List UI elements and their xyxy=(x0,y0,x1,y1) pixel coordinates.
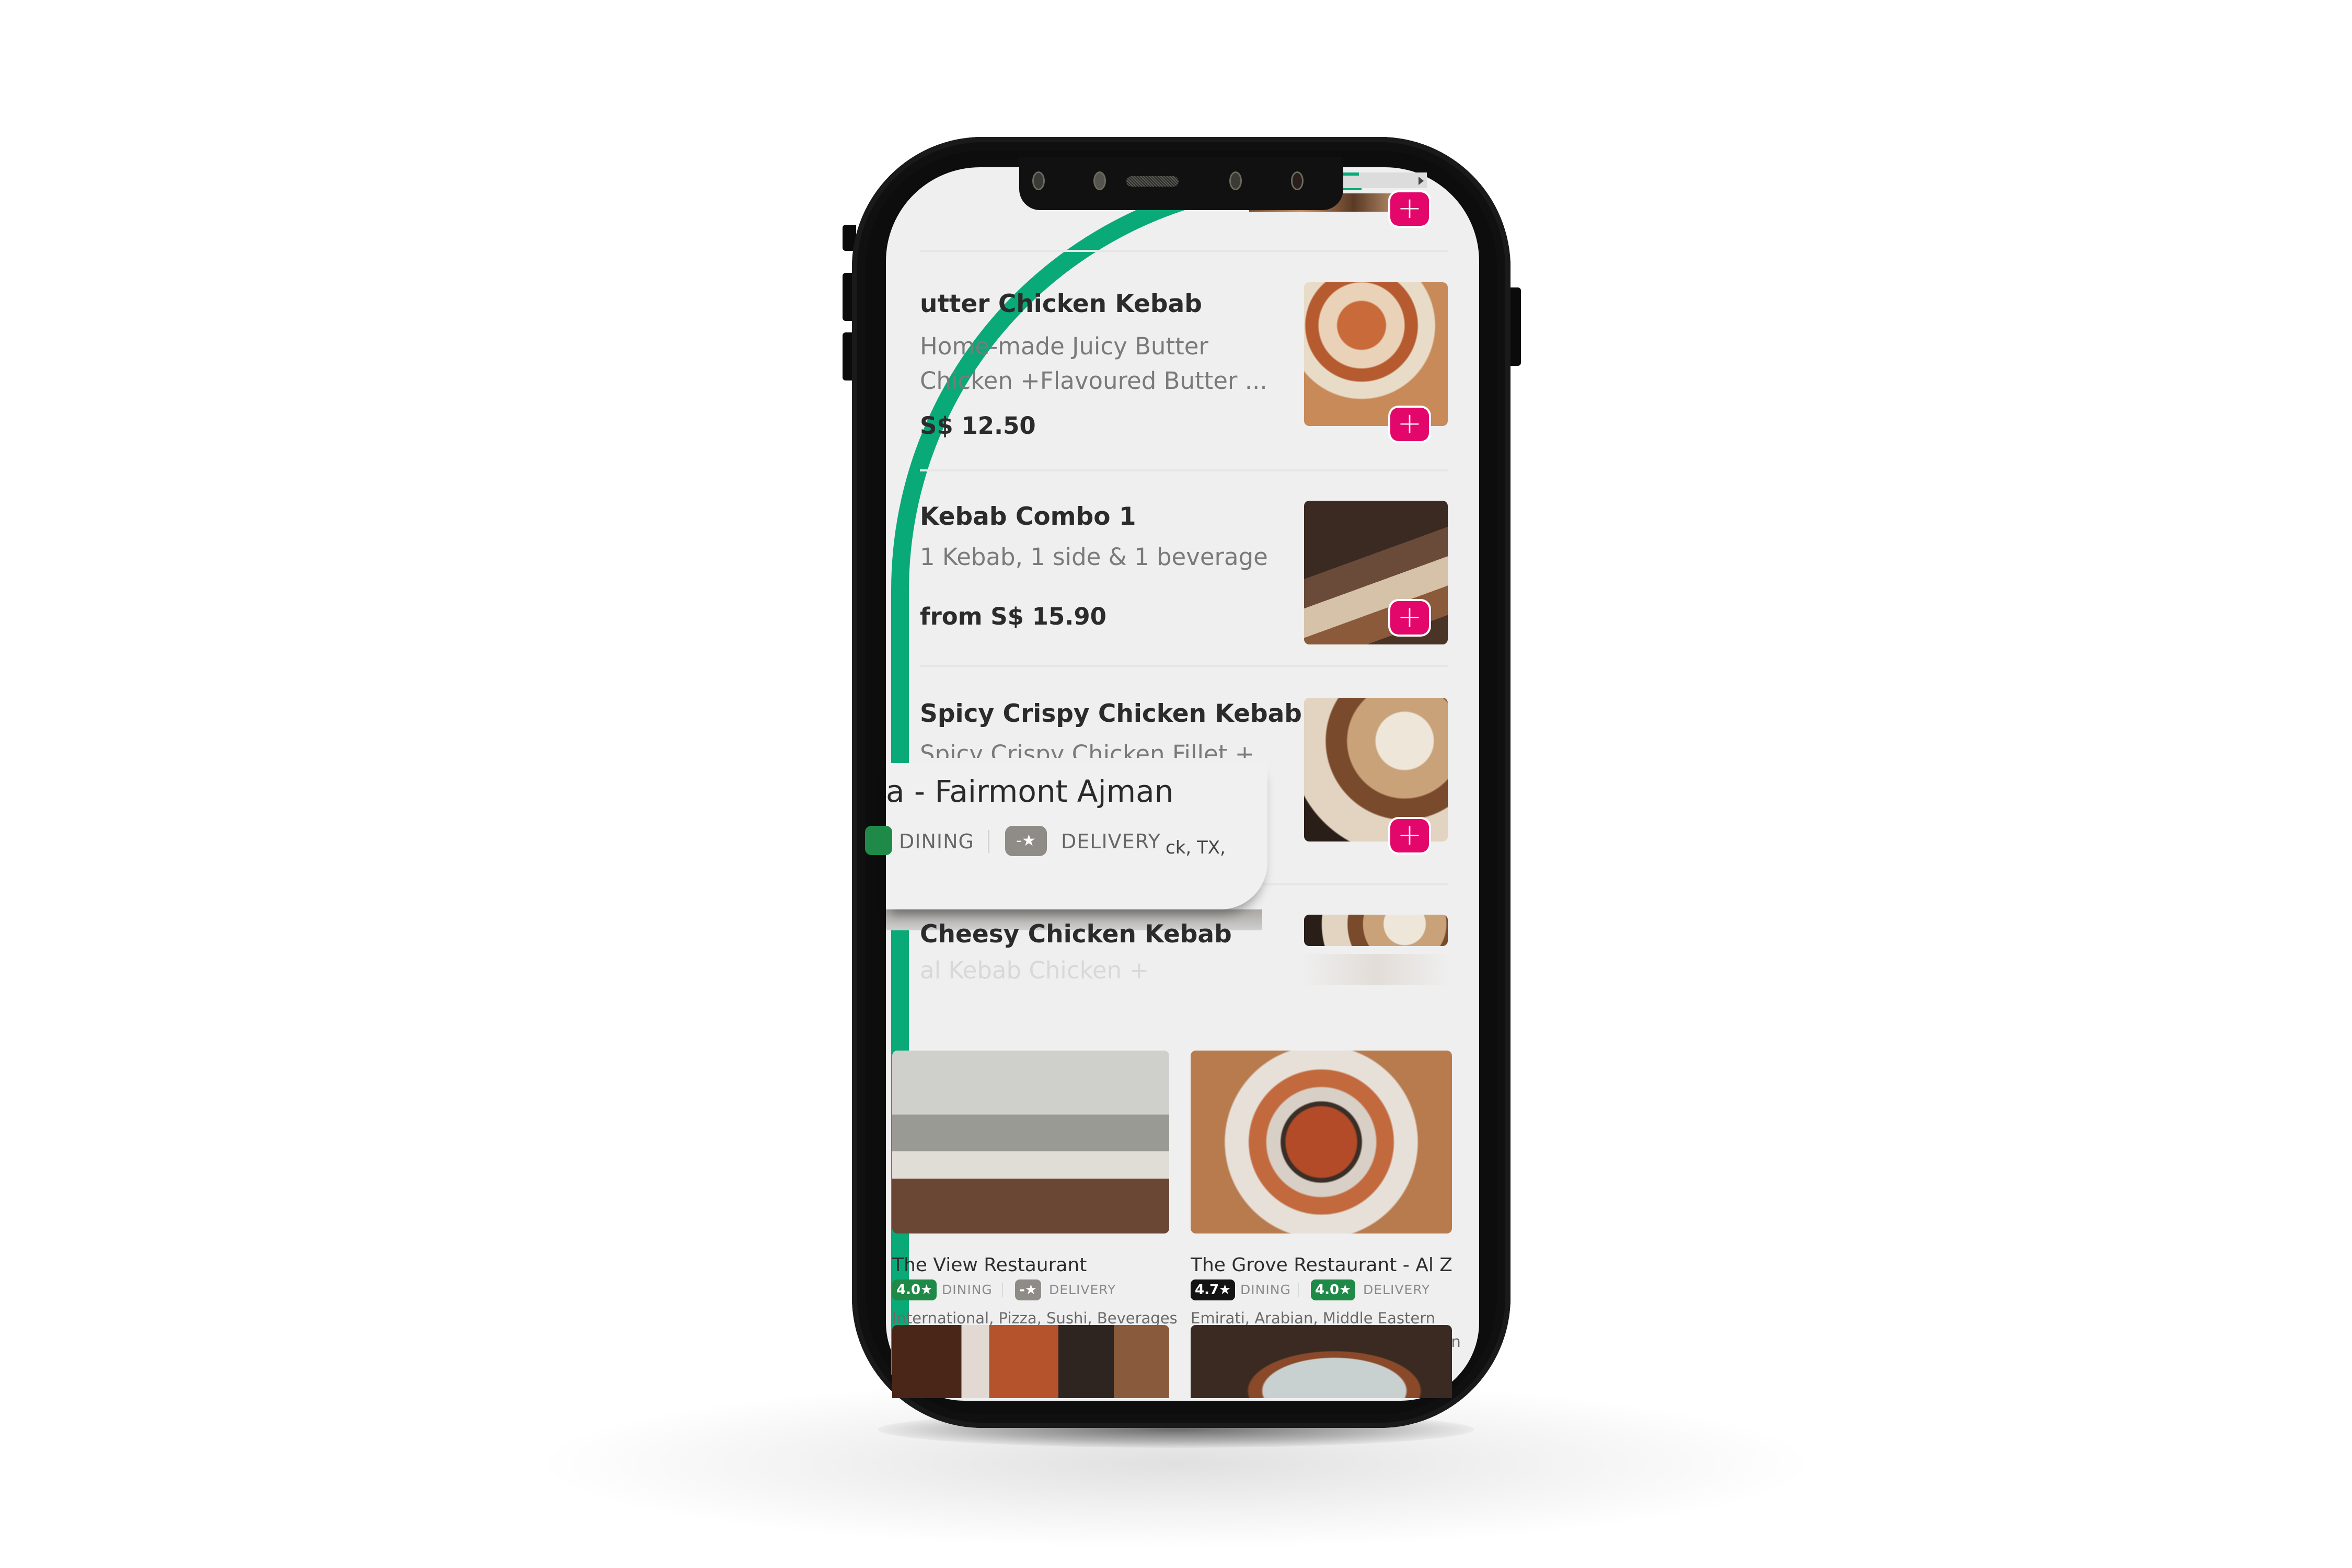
item-name: utter Chicken Kebab xyxy=(920,290,1202,318)
rating-row: 4.0★ DINING -★ DELIVERY xyxy=(892,1279,1185,1300)
menu-item[interactable]: Cheesy Chicken Kebab xyxy=(920,915,1448,962)
rating-separator xyxy=(1298,1283,1299,1297)
restaurant-name: The View Restaurant xyxy=(892,1254,1087,1276)
restaurant-cuisine: Emirati, Arabian, Middle Eastern xyxy=(1191,1309,1435,1327)
restaurant-address: ck, TX, xyxy=(1166,837,1226,858)
item-description: 1 Kebab, 1 side & 1 beverage xyxy=(920,543,1268,571)
restaurant-grid: The View Restaurant 4.0★ DINING -★ DELIV… xyxy=(886,1004,1479,1401)
item-description: Home-made Juicy Butter xyxy=(920,332,1208,360)
rating-row: 4.7★ DINING 4.0★ DELIVERY xyxy=(1191,1279,1483,1300)
dot-projector-icon xyxy=(1291,171,1304,190)
restaurant-header-card[interactable]: a - Fairmont Ajman DINING -★ DELIVERY ck… xyxy=(865,763,1267,909)
proximity-sensor-icon xyxy=(1093,171,1106,190)
restaurant-image xyxy=(892,1051,1169,1233)
phone-notch xyxy=(1019,157,1343,210)
plus-icon: + xyxy=(1397,600,1422,634)
dining-rating-badge xyxy=(865,826,892,855)
item-thumbnail xyxy=(1304,915,1448,946)
dining-label: DINING xyxy=(942,1282,993,1297)
delivery-rating-badge: 4.0★ xyxy=(1311,1279,1356,1300)
plus-icon: + xyxy=(1397,191,1422,225)
plus-icon: + xyxy=(1397,407,1422,441)
rating-separator xyxy=(1002,1283,1003,1297)
dining-rating-badge: 4.0★ xyxy=(892,1279,937,1300)
add-to-cart-button[interactable]: + xyxy=(1390,819,1429,852)
delivery-label: DELIVERY xyxy=(1363,1282,1431,1297)
add-to-cart-button[interactable]: + xyxy=(1390,192,1429,226)
item-name: Kebab Combo 1 xyxy=(920,502,1136,531)
delivery-rating-badge: -★ xyxy=(1005,826,1047,856)
restaurant-name: The Grove Restaurant - Al Z xyxy=(1191,1254,1452,1276)
item-description: Chicken +Flavoured Butter ... xyxy=(920,367,1267,395)
item-price: from S$ 15.90 xyxy=(920,603,1106,630)
item-name: Cheesy Chicken Kebab xyxy=(920,920,1232,949)
menu-item[interactable]: Kebab Combo 1 1 Kebab, 1 side & 1 bevera… xyxy=(920,501,1448,652)
restaurant-image xyxy=(1191,1051,1452,1233)
rating-separator xyxy=(988,830,989,853)
dining-label: DINING xyxy=(1240,1282,1291,1297)
delivery-label: DELIVERY xyxy=(1049,1282,1116,1297)
plus-icon: + xyxy=(1397,818,1422,852)
restaurant-cuisine: International, Pizza, Sushi, Beverages xyxy=(892,1309,1178,1327)
item-price: S$ 12.50 xyxy=(920,412,1036,440)
delivery-label: DELIVERY xyxy=(1061,830,1161,853)
dining-label: DINING xyxy=(899,830,974,853)
item-divider xyxy=(920,250,1448,252)
add-to-cart-button[interactable]: + xyxy=(1390,601,1429,635)
menu-item[interactable]: utter Chicken Kebab Home-made Juicy Butt… xyxy=(920,282,1448,449)
add-to-cart-button[interactable]: + xyxy=(1390,408,1429,441)
item-divider xyxy=(920,469,1448,471)
item-thumbnail xyxy=(1304,698,1448,841)
restaurant-image[interactable] xyxy=(892,1325,1169,1398)
delivery-rating-badge: -★ xyxy=(1015,1279,1042,1300)
item-description: Spicy Crispy Chicken Fillet + xyxy=(920,740,1255,758)
item-divider xyxy=(920,665,1448,667)
sensor-icon xyxy=(1032,171,1045,190)
item-name: Spicy Crispy Chicken Kebab xyxy=(920,699,1302,728)
restaurant-title: a - Fairmont Ajman xyxy=(886,774,1174,809)
item-thumbnail xyxy=(1304,282,1448,426)
restaurant-image[interactable] xyxy=(1191,1325,1452,1398)
dining-rating-badge: 4.7★ xyxy=(1191,1279,1236,1300)
front-camera-icon xyxy=(1229,171,1242,190)
earpiece-speaker xyxy=(1126,176,1179,187)
caret-right-icon[interactable] xyxy=(1419,177,1424,185)
